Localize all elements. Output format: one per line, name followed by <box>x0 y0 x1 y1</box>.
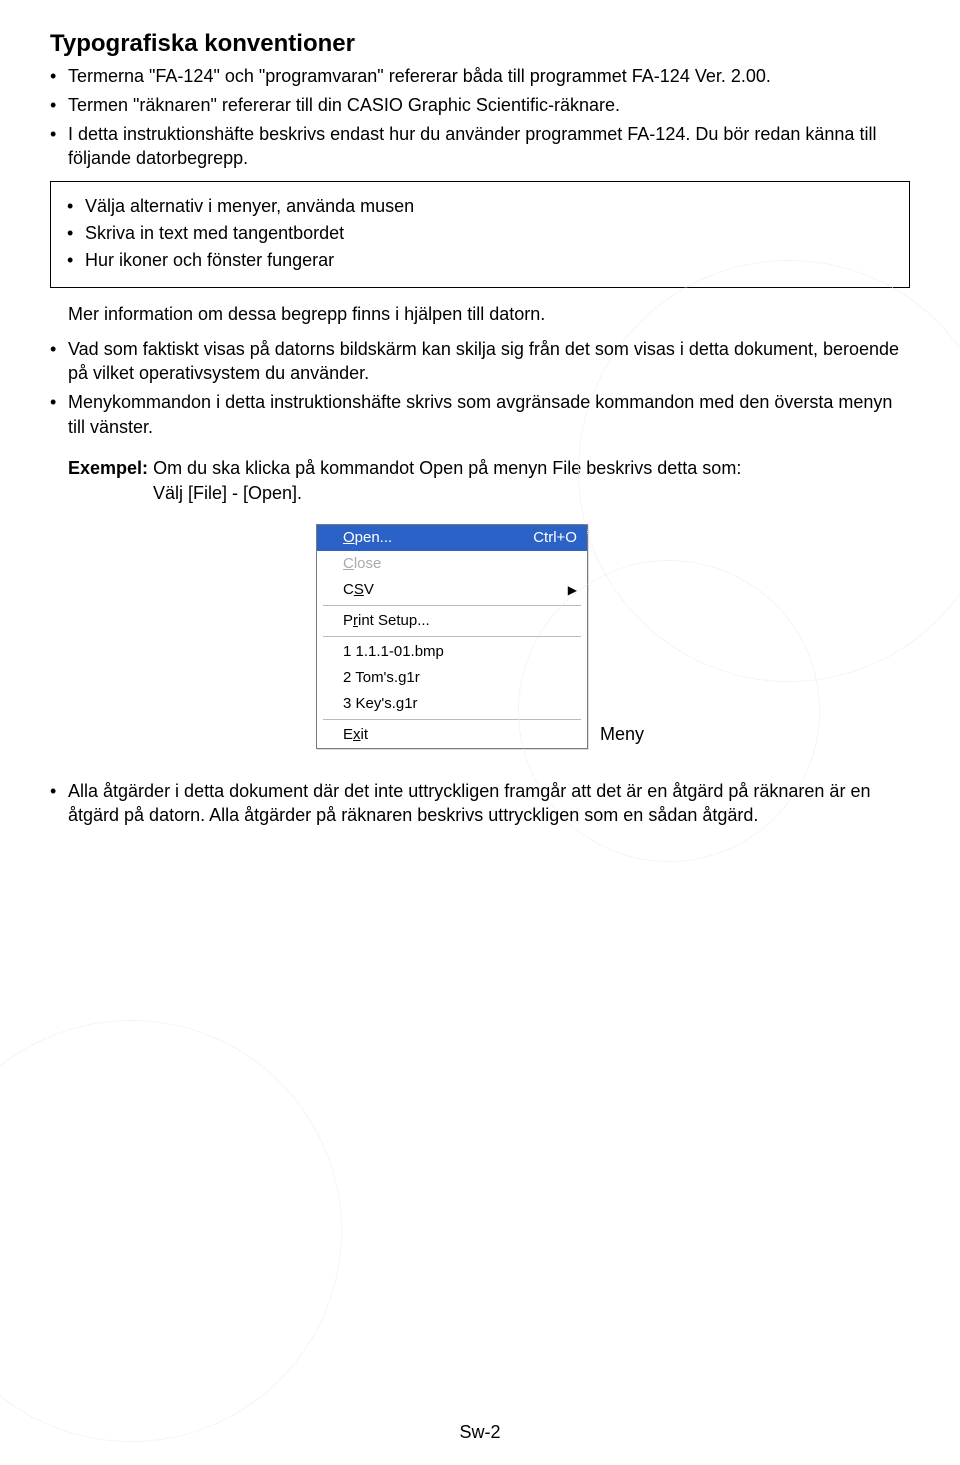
document-page: Typografiska konventioner Termerna "FA-1… <box>0 0 960 1465</box>
menu-item-open-shortcut: Ctrl+O <box>533 529 577 546</box>
menu-item-print-setup[interactable]: Print Setup... <box>317 608 587 634</box>
menu-item-open[interactable]: Open... Ctrl+O <box>317 525 587 551</box>
example-block: Exempel: Om du ska klicka på kommandot O… <box>68 456 910 506</box>
menu-caption: Meny <box>600 724 644 745</box>
heading-title: Typografiska konventioner <box>50 30 910 58</box>
menu-item-exit[interactable]: Exit <box>317 722 587 748</box>
file-menu: Open... Ctrl+O Close CSV ▶ Print Setup..… <box>316 524 588 749</box>
menu-item-close-label: Close <box>343 555 381 572</box>
submenu-arrow-icon: ▶ <box>568 583 577 597</box>
menu-item-print-label: Print Setup... <box>343 612 430 629</box>
afterbox-text: Mer information om dessa begrepp finns i… <box>68 302 910 327</box>
page-number: Sw-2 <box>0 1422 960 1443</box>
concepts-box: Välja alternativ i menyer, använda musen… <box>50 181 910 287</box>
menu-separator-2 <box>323 636 581 637</box>
bullet-3: I detta instruktionshäfte beskrivs endas… <box>50 122 910 172</box>
intro-bullets: Termerna "FA-124" och "programvaran" ref… <box>50 64 910 171</box>
menu-separator-3 <box>323 719 581 720</box>
box-bullet-2: Skriva in text med tangentbordet <box>67 221 893 246</box>
menu-item-close: Close <box>317 551 587 577</box>
box-bullet-1: Välja alternativ i menyer, använda musen <box>67 194 893 219</box>
bullet-5: Menykommandon i detta instruktionshäfte … <box>50 390 910 440</box>
bullet-1: Termerna "FA-124" och "programvaran" ref… <box>50 64 910 89</box>
bullet-6: Alla åtgärder i detta dokument där det i… <box>50 779 910 829</box>
menu-separator-1 <box>323 605 581 606</box>
menu-item-recent-1[interactable]: 1 1.1.1-01.bmp <box>317 639 587 665</box>
example-text-2: Välj [File] - [Open]. <box>153 481 910 506</box>
bullet-4: Vad som faktiskt visas på datorns bildsk… <box>50 337 910 387</box>
menu-item-recent-3[interactable]: 3 Key's.g1r <box>317 691 587 717</box>
box-bullet-3: Hur ikoner och fönster fungerar <box>67 248 893 273</box>
menu-item-recent-2[interactable]: 2 Tom's.g1r <box>317 665 587 691</box>
menu-item-recent-2-label: 2 Tom's.g1r <box>343 669 420 686</box>
end-bullets: Alla åtgärder i detta dokument där det i… <box>50 779 910 829</box>
bullet-2: Termen "räknaren" refererar till din CAS… <box>50 93 910 118</box>
menu-figure: Open... Ctrl+O Close CSV ▶ Print Setup..… <box>50 524 910 749</box>
mid-bullets: Vad som faktiskt visas på datorns bildsk… <box>50 337 910 440</box>
example-label: Exempel: <box>68 458 148 478</box>
menu-item-csv[interactable]: CSV ▶ <box>317 577 587 603</box>
menu-item-exit-label: Exit <box>343 726 368 743</box>
menu-item-recent-3-label: 3 Key's.g1r <box>343 695 418 712</box>
menu-item-csv-label: CSV <box>343 581 374 598</box>
menu-item-open-label: Open... <box>343 529 392 546</box>
example-text-1: Om du ska klicka på kommandot Open på me… <box>153 458 741 478</box>
menu-item-recent-1-label: 1 1.1.1-01.bmp <box>343 643 444 660</box>
